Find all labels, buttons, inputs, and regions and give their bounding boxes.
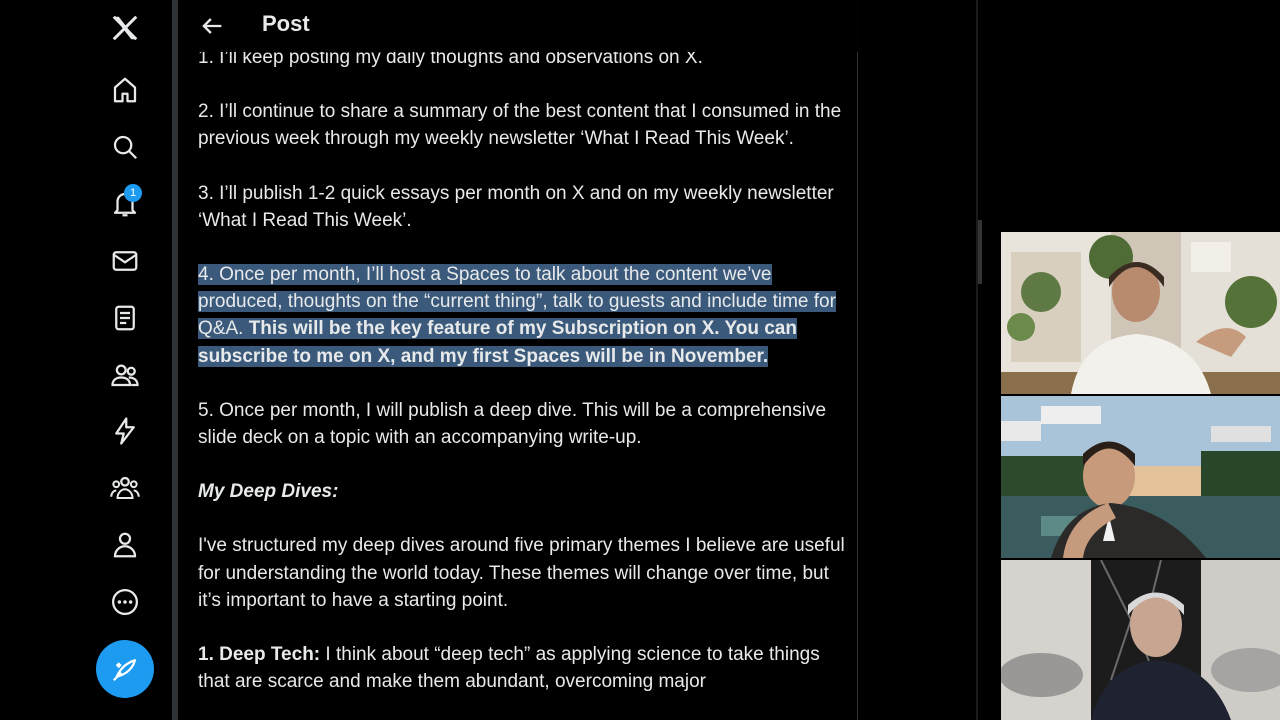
post-paragraph-3: 3. I’ll publish 1-2 quick essays per mon… bbox=[198, 182, 834, 231]
video-tile-3 bbox=[1001, 560, 1280, 720]
right-divider bbox=[976, 0, 978, 720]
verified-orgs-icon[interactable] bbox=[100, 463, 150, 513]
page-title: Post bbox=[262, 11, 310, 36]
post-paragraph-7: 1. Deep Tech: I think about “deep tech” … bbox=[198, 641, 848, 695]
search-icon[interactable] bbox=[100, 122, 150, 172]
post-paragraph-2: 2. I’ll continue to share a summary of t… bbox=[198, 101, 842, 150]
premium-icon[interactable] bbox=[100, 406, 150, 456]
post-paragraph-4: 4. Once per month, I’ll host a Spaces to… bbox=[198, 261, 848, 370]
main-column-border bbox=[857, 0, 858, 720]
back-arrow-icon[interactable] bbox=[198, 12, 226, 40]
post-paragraph-5: 5. Once per month, I will publish a deep… bbox=[198, 399, 827, 449]
compose-icon bbox=[112, 659, 137, 682]
lists-icon[interactable] bbox=[100, 293, 150, 343]
scrollbar[interactable] bbox=[978, 220, 982, 284]
communities-icon[interactable] bbox=[100, 350, 150, 400]
x-logo-icon[interactable] bbox=[100, 3, 150, 53]
section-heading: My Deep Dives: bbox=[198, 481, 339, 503]
sidebar-nav: 1 bbox=[0, 0, 172, 720]
video-tile-1 bbox=[1001, 232, 1280, 394]
page-header: Post bbox=[178, 0, 858, 52]
video-tile-2 bbox=[1001, 396, 1280, 558]
more-icon[interactable] bbox=[100, 577, 150, 627]
compose-button[interactable] bbox=[96, 640, 154, 698]
highlighted-bold-text: This will be the key feature of my Subsc… bbox=[198, 318, 797, 367]
notification-badge: 1 bbox=[124, 184, 142, 202]
main-column: Post 1. I’ll keep posting my daily thoug… bbox=[178, 0, 858, 720]
mail-icon[interactable] bbox=[100, 236, 150, 286]
post-body: 1. I’ll keep posting my daily thoughts a… bbox=[198, 44, 848, 720]
home-icon[interactable] bbox=[100, 65, 150, 115]
post-paragraph-6: I've structured my deep dives around fiv… bbox=[198, 535, 845, 611]
theme-label: 1. Deep Tech: bbox=[198, 644, 321, 666]
profile-icon[interactable] bbox=[100, 520, 150, 570]
